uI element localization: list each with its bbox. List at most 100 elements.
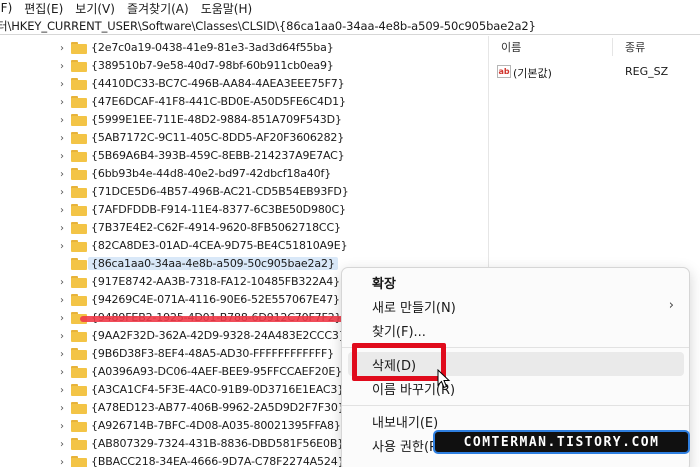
tree-row-label: {71DCE5D6-4B57-496B-AC21-CD5B54EB93FD} [91, 185, 349, 198]
menu-help[interactable]: 도움말(H) [195, 0, 259, 17]
folder-icon [71, 276, 87, 288]
chevron-right-icon[interactable]: › [56, 60, 68, 72]
chevron-right-icon[interactable]: › [56, 402, 68, 414]
folder-icon [71, 168, 87, 180]
folder-icon [71, 132, 87, 144]
tree-row[interactable]: › {82CA8DE3-01AD-4CEA-9D75-BE4C51810A9E} [0, 237, 488, 255]
tree-row-label: {2e7c0a19-0438-41e9-81e3-3ad3d64f55ba} [91, 41, 334, 54]
chevron-right-icon[interactable]: › [56, 366, 68, 378]
chevron-right-icon[interactable]: › [56, 330, 68, 342]
folder-icon [71, 222, 87, 234]
folder-icon [71, 258, 87, 270]
folder-icon [71, 294, 87, 306]
tree-row-label: {A926714B-7BFC-4D08-A035-80021395FFA8} [91, 419, 341, 432]
chevron-right-icon[interactable]: › [56, 438, 68, 450]
folder-icon [71, 240, 87, 252]
tree-row[interactable]: › {6bb93b4e-44d8-40e2-bd97-42dbcf18a40f} [0, 165, 488, 183]
chevron-right-icon[interactable]: › [56, 168, 68, 180]
menu-bar: (F) 편집(E) 보기(V) 즐겨찾기(A) 도움말(H) [0, 0, 700, 16]
column-divider[interactable] [612, 38, 613, 56]
tree-row[interactable]: › {4410DC33-BC7C-496B-AA84-4AEA3EEE75F7} [0, 75, 488, 93]
folder-icon [71, 420, 87, 432]
chevron-right-icon[interactable]: › [56, 276, 68, 288]
tree-row-label: {5AB7172C-9C11-405C-8DD5-AF20F3606282} [91, 131, 345, 144]
tree-row-label: {AB807329-7324-431B-8836-DBD581F56E0B} [91, 437, 345, 450]
folder-icon [71, 186, 87, 198]
chevron-right-icon[interactable]: › [56, 384, 68, 396]
menu-item-new[interactable]: 새로 만들기(N) › [348, 294, 684, 318]
tree-row-label: {9AA2F32D-362A-42D9-9328-24A483E2CCC3} [91, 329, 346, 342]
folder-icon [71, 438, 87, 450]
folder-icon [71, 366, 87, 378]
tree-row[interactable]: › {5AB7172C-9C11-405C-8DD5-AF20F3606282} [0, 129, 488, 147]
tree-row[interactable]: › {71DCE5D6-4B57-496B-AC21-CD5B54EB93FD} [0, 183, 488, 201]
tree-row-label: {A0396A93-DC06-4AEF-BEE9-95FFCCAEF20E} [91, 365, 342, 378]
folder-icon [71, 96, 87, 108]
chevron-right-icon[interactable]: › [56, 294, 68, 306]
menu-item-find[interactable]: 찾기(F)... [348, 318, 684, 342]
tree-row-label: {94269C4E-071A-4116-90E6-52E557067E47} [91, 293, 340, 306]
chevron-right-icon[interactable]: › [56, 204, 68, 216]
mouse-cursor-icon [437, 369, 451, 389]
chevron-right-icon[interactable]: › [56, 132, 68, 144]
folder-icon [71, 384, 87, 396]
tree-row-label: {BBACC218-34EA-4666-9D7A-C78F2274A524} [91, 455, 345, 467]
tree-row[interactable]: › {7AFDFDDB-F914-11E4-8377-6C3BE50D980C} [0, 201, 488, 219]
menu-item-expand[interactable]: 확장 [348, 270, 684, 294]
chevron-right-icon[interactable]: › [56, 186, 68, 198]
chevron-right-icon[interactable]: › [56, 420, 68, 432]
chevron-right-icon[interactable]: › [56, 150, 68, 162]
address-path[interactable]: 터\HKEY_CURRENT_USER\Software\Classes\CLS… [0, 18, 536, 34]
column-header-name[interactable]: 이름 [501, 36, 521, 58]
tree-row-label: {A78ED123-AB77-406B-9962-2A5D9D2F7F30} [91, 401, 345, 414]
string-value-icon: ab [497, 65, 511, 78]
menu-view[interactable]: 보기(V) [69, 0, 121, 17]
chevron-right-icon: › [668, 298, 674, 313]
tree-row-label: {A3CA1CF4-5F3E-4AC0-91B9-0D3716E1EAC3} [91, 383, 345, 396]
folder-icon [71, 330, 87, 342]
tree-row-label: {86ca1aa0-34aa-4e8b-a509-50c905bae2a2} [88, 257, 338, 270]
menu-favorites[interactable]: 즐겨찾기(A) [121, 0, 195, 17]
menu-separator [342, 405, 689, 406]
chevron-right-icon[interactable]: › [56, 96, 68, 108]
tree-row[interactable]: › {5B69A6B4-393B-459C-8EBB-214237A9E7AC} [0, 147, 488, 165]
folder-icon [71, 78, 87, 90]
folder-icon [71, 402, 87, 414]
tree-row[interactable]: › {389510b7-9e58-40d7-98bf-60b911cb0ea9} [0, 57, 488, 75]
chevron-right-icon[interactable]: › [56, 42, 68, 54]
chevron-right-icon[interactable]: › [56, 456, 68, 467]
tree-row-label: {9B6D38F3-8EF4-48A5-AD30-FFFFFFFFFFFF} [91, 347, 334, 360]
tree-row[interactable]: › {47E6DCAF-41F8-441C-BD0E-A50D5FE6C4D1} [0, 93, 488, 111]
chevron-right-icon[interactable]: › [56, 312, 68, 324]
tree-row-label: {7AFDFDDB-F914-11E4-8377-6C3BE50D980C} [91, 203, 346, 216]
chevron-right-icon[interactable]: › [56, 114, 68, 126]
column-header-type[interactable]: 종류 [625, 36, 645, 58]
address-bar[interactable]: 터\HKEY_CURRENT_USER\Software\Classes\CLS… [0, 17, 700, 35]
tree-row-label: {82CA8DE3-01AD-4CEA-9D75-BE4C51810A9E} [91, 239, 348, 252]
tree-row-label: {7B37E4E2-C62F-4914-9620-8FB5062718CC} [91, 221, 341, 234]
value-type: REG_SZ [625, 65, 669, 78]
folder-icon [71, 150, 87, 162]
annotation-strike [80, 316, 356, 322]
tree-row[interactable]: › {7B37E4E2-C62F-4914-9620-8FB5062718CC} [0, 219, 488, 237]
chevron-right-icon[interactable]: › [56, 222, 68, 234]
menu-edit[interactable]: 편집(E) [18, 0, 69, 17]
tree-row-label: {4410DC33-BC7C-496B-AA84-4AEA3EEE75F7} [91, 77, 345, 90]
tree-row-label: {47E6DCAF-41F8-441C-BD0E-A50D5FE6C4D1} [91, 95, 346, 108]
tree-row[interactable]: › {2e7c0a19-0438-41e9-81e3-3ad3d64f55ba} [0, 39, 488, 57]
folder-icon [71, 60, 87, 72]
folder-icon [71, 204, 87, 216]
highlight-box [352, 343, 446, 381]
chevron-right-icon[interactable]: › [56, 348, 68, 360]
menu-file[interactable]: (F) [0, 1, 18, 15]
value-row[interactable]: ab (기본값) REG_SZ [493, 63, 700, 81]
folder-icon [71, 114, 87, 126]
folder-icon [71, 42, 87, 54]
tree-row-label: {6bb93b4e-44d8-40e2-bd97-42dbcf18a40f} [91, 167, 332, 180]
tree-row[interactable]: › {5999E1EE-711E-48D2-9884-851A709F543D} [0, 111, 488, 129]
tree-row-label: {5999E1EE-711E-48D2-9884-851A709F543D} [91, 113, 342, 126]
chevron-right-icon[interactable]: › [56, 240, 68, 252]
watermark-label: COMTERMAN.TISTORY.COM [433, 430, 690, 454]
folder-icon [71, 456, 87, 467]
chevron-right-icon[interactable]: › [56, 78, 68, 90]
